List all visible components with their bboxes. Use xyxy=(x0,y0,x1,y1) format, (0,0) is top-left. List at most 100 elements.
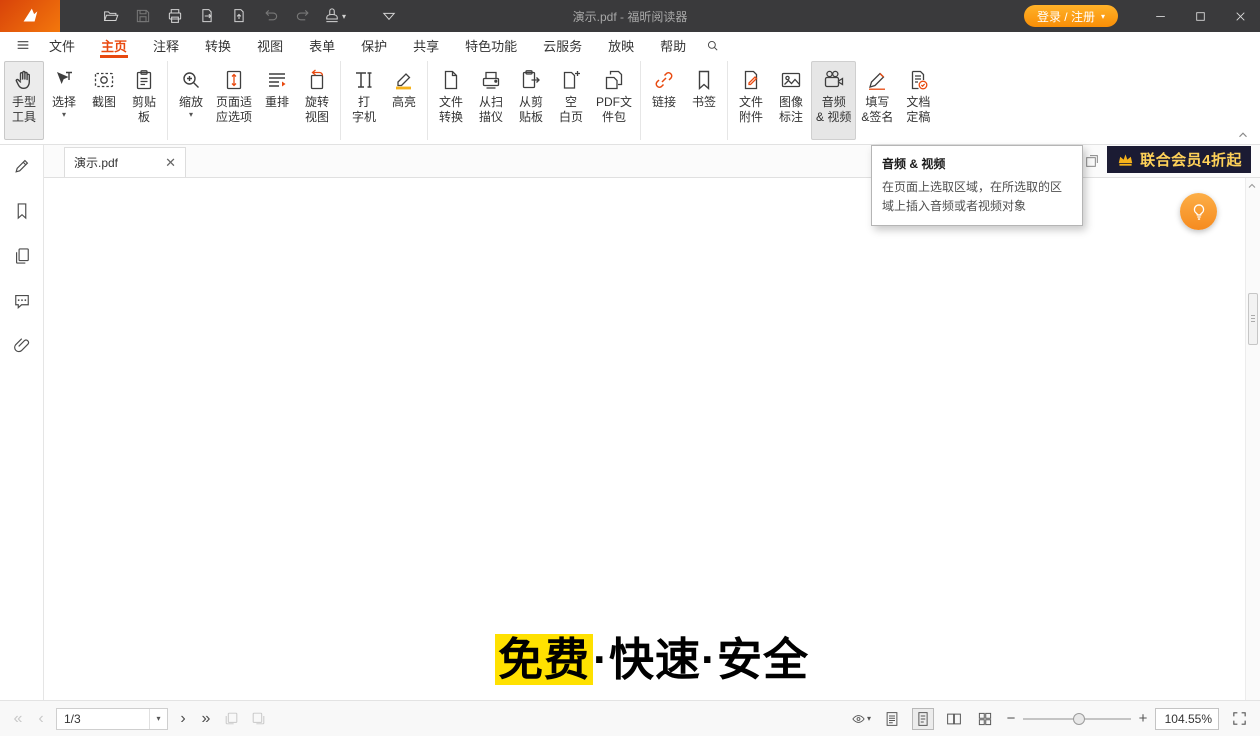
ribbon-reflow-button[interactable]: 重排 xyxy=(257,61,297,140)
ribbon-image-annotation-button[interactable]: 图像标注 xyxy=(771,61,811,140)
eye-icon xyxy=(851,710,866,728)
login-register-button[interactable]: 登录 / 注册 ▾ xyxy=(1024,5,1118,27)
chevron-down-icon[interactable]: ▾ xyxy=(149,709,167,729)
customize-quick-access-button[interactable] xyxy=(374,3,403,29)
app-window: ▾ 演示.pdf - 福昕阅读器 登录 / 注册 ▾ 文件主页注释转换视图表单保… xyxy=(0,0,1260,736)
ribbon-button-label: 文档定稿 xyxy=(906,95,930,125)
ribbon-audio-video-button[interactable]: 音频& 视频 xyxy=(811,61,856,140)
single-page-view-button[interactable] xyxy=(912,708,934,730)
ribbon-button-label: 打字机 xyxy=(352,95,376,125)
float-window-icon[interactable] xyxy=(1084,153,1100,169)
page-number-box[interactable]: 1/3 ▾ xyxy=(56,708,168,730)
document-canvas[interactable]: 免费·快速·安全 xyxy=(44,178,1260,700)
single-page-icon xyxy=(914,710,932,728)
ribbon-finalize-doc-button[interactable]: 文档定稿 xyxy=(898,61,938,140)
reflow-view-button[interactable] xyxy=(881,708,903,730)
menu-file[interactable]: 文件 xyxy=(36,32,88,58)
menu-help[interactable]: 帮助 xyxy=(647,32,699,58)
ribbon-clipboard-button[interactable]: 剪贴板 xyxy=(124,61,164,140)
menu-form[interactable]: 表单 xyxy=(296,32,348,58)
ribbon-blank-page-button[interactable]: 空白页 xyxy=(551,61,591,140)
scrollbar-thumb[interactable] xyxy=(1248,293,1258,345)
facing-pages-view-button[interactable] xyxy=(943,708,965,730)
zoom-level-box[interactable]: 104.55% xyxy=(1155,708,1219,730)
sign-stamp-button[interactable]: ▾ xyxy=(320,3,349,29)
previous-view-icon[interactable] xyxy=(221,709,241,729)
ribbon-select-tool-button[interactable]: 选择▾ xyxy=(44,61,84,140)
menu-cloud[interactable]: 云服务 xyxy=(530,32,595,58)
ribbon-fill-sign-button[interactable]: 填写&签名 xyxy=(856,61,898,140)
link-icon xyxy=(652,68,676,92)
document-tab[interactable]: 演示.pdf ✕ xyxy=(64,147,186,177)
ribbon-highlight-button[interactable]: 高亮 xyxy=(384,61,424,140)
print-button[interactable] xyxy=(160,3,189,29)
menu-view[interactable]: 视图 xyxy=(244,32,296,58)
menu-home[interactable]: 主页 xyxy=(88,32,140,58)
zoom-slider[interactable] xyxy=(1023,712,1131,726)
menubar: 文件主页注释转换视图表单保护共享特色功能云服务放映帮助 xyxy=(0,32,1260,58)
tab-close-icon[interactable]: ✕ xyxy=(165,156,176,169)
extract-page-button[interactable] xyxy=(224,3,253,29)
sidebar-annotate-panel-button[interactable] xyxy=(11,155,33,177)
ribbon-bookmark-button[interactable]: 书签 xyxy=(684,61,724,140)
ribbon-button-label: 链接 xyxy=(652,95,676,110)
menu-present[interactable]: 放映 xyxy=(595,32,647,58)
undo-button[interactable] xyxy=(256,3,285,29)
ribbon-typewriter-button[interactable]: 打字机 xyxy=(344,61,384,140)
ribbon-button-label: 空白页 xyxy=(559,95,583,125)
ribbon-pdf-portfolio-button[interactable]: PDF文件包 xyxy=(591,61,637,140)
ribbon-rotate-view-button[interactable]: 旋转视图 xyxy=(297,61,337,140)
zoom-out-button[interactable]: − xyxy=(1005,710,1017,727)
ribbon-hand-tool-button[interactable]: 手型工具 xyxy=(4,61,44,140)
read-mode-button[interactable]: ▾ xyxy=(850,708,872,730)
prev-page-button[interactable]: ‹ xyxy=(33,711,49,727)
vertical-scrollbar[interactable] xyxy=(1245,178,1260,700)
ribbon-snapshot-button[interactable]: 截图 xyxy=(84,61,124,140)
ribbon-link-button[interactable]: 链接 xyxy=(644,61,684,140)
save-button[interactable] xyxy=(128,3,157,29)
export-page-button[interactable] xyxy=(192,3,221,29)
minimize-button[interactable] xyxy=(1140,0,1180,32)
menu-convert[interactable]: 转换 xyxy=(192,32,244,58)
ribbon-page-fit-options-button[interactable]: 页面适应选项 xyxy=(211,61,257,140)
ribbon-from-scanner-button[interactable]: 从扫描仪 xyxy=(471,61,511,140)
tooltip-body: 在页面上选取区域，在所选取的区域上插入音频或者视频对象 xyxy=(882,178,1072,215)
maximize-button[interactable] xyxy=(1180,0,1220,32)
multi-page-view-button[interactable] xyxy=(974,708,996,730)
ribbon-zoom-button[interactable]: 缩放▾ xyxy=(171,61,211,140)
close-button[interactable] xyxy=(1220,0,1260,32)
menu-features[interactable]: 特色功能 xyxy=(452,32,530,58)
image-icon xyxy=(779,68,803,92)
zoom-slider-thumb[interactable] xyxy=(1073,713,1085,725)
first-page-button[interactable]: « xyxy=(10,711,26,727)
collapse-ribbon-icon[interactable] xyxy=(1236,128,1252,142)
highlight-icon xyxy=(392,68,416,92)
window-controls xyxy=(1140,0,1260,32)
fullscreen-button[interactable] xyxy=(1228,708,1250,730)
redo-button[interactable] xyxy=(288,3,317,29)
sidebar-attachments-panel-button[interactable] xyxy=(11,335,33,357)
membership-promo-banner[interactable]: 联合会员4折起 xyxy=(1107,146,1251,173)
from-clipboard-icon xyxy=(519,68,543,92)
assistant-lightbulb-button[interactable] xyxy=(1180,193,1217,230)
portfolio-icon xyxy=(602,68,626,92)
search-icon[interactable] xyxy=(699,34,725,56)
ribbon-from-clipboard-button[interactable]: 从剪贴板 xyxy=(511,61,551,140)
next-view-icon[interactable] xyxy=(248,709,268,729)
ribbon-file-attachment-button[interactable]: 文件附件 xyxy=(731,61,771,140)
sidebar-comments-panel-button[interactable] xyxy=(11,290,33,312)
foxit-logo[interactable] xyxy=(0,0,60,32)
menu-comment[interactable]: 注释 xyxy=(140,32,192,58)
ribbon-file-convert-button[interactable]: 文件转换 xyxy=(431,61,471,140)
hamburger-icon[interactable] xyxy=(10,34,36,56)
last-page-button[interactable]: » xyxy=(198,711,214,727)
menu-share[interactable]: 共享 xyxy=(400,32,452,58)
next-page-button[interactable]: › xyxy=(175,711,191,727)
scroll-up-icon[interactable] xyxy=(1246,180,1260,194)
menu-protect[interactable]: 保护 xyxy=(348,32,400,58)
sidebar-bookmarks-panel-button[interactable] xyxy=(11,200,33,222)
open-file-button[interactable] xyxy=(96,3,125,29)
zoom-in-button[interactable]: + xyxy=(1137,710,1149,727)
sidebar-pages-panel-button[interactable] xyxy=(11,245,33,267)
foxit-logo-icon xyxy=(19,5,41,27)
